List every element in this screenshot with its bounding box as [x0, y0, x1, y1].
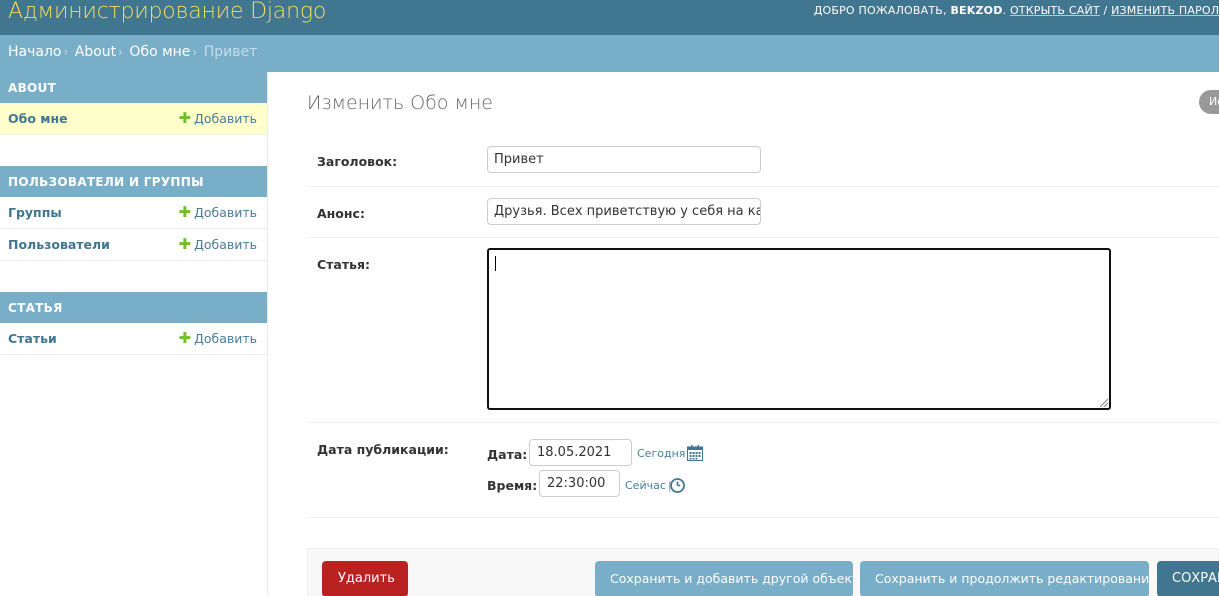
nav-sidebar: About Обо мне ✚ Добавить Пользователи и г…: [0, 72, 268, 596]
plus-icon: ✚: [178, 203, 192, 221]
save-button[interactable]: Сохранить: [1157, 561, 1219, 596]
breadcrumb-separator: ›: [192, 45, 198, 59]
sidebar-item-label[interactable]: Пользователи: [8, 237, 110, 252]
module-header-article[interactable]: Статья: [0, 292, 267, 323]
title-input[interactable]: Привет: [487, 146, 761, 173]
time-input[interactable]: 22:30:00: [539, 470, 620, 497]
username: BEKZOD: [950, 4, 1003, 17]
date-label: Дата:: [487, 447, 528, 462]
breadcrumb-separator: ›: [118, 45, 123, 59]
save-continue-button[interactable]: Сохранить и продолжить редактирование: [860, 561, 1157, 596]
time-label: Время:: [487, 478, 538, 493]
plus-icon: ✚: [178, 235, 192, 253]
change-password-link[interactable]: Изменить пароль: [1111, 4, 1219, 17]
plus-icon: ✚: [178, 109, 192, 127]
add-group-link[interactable]: ✚ Добавить: [178, 203, 258, 221]
plus-icon: ✚: [178, 329, 192, 347]
date-input[interactable]: 18.05.2021: [529, 439, 632, 466]
form-row-article: Статья:: [307, 238, 1219, 423]
user-tools: Добро пожаловать, BEKZOD. Открыть сайт /…: [814, 4, 1219, 17]
save-add-another-button[interactable]: Сохранить и добавить другой объект: [595, 561, 859, 596]
add-label: Добавить: [194, 205, 257, 220]
submit-row: Удалить Сохранить и добавить другой объе…: [307, 548, 1219, 596]
sidebar-item-articles: Статьи ✚ Добавить: [0, 323, 267, 355]
welcome-text: Добро пожаловать,: [813, 4, 947, 17]
sidebar-item-about-me: Обо мне ✚ Добавить: [0, 103, 267, 135]
sidebar-item-label[interactable]: Группы: [8, 205, 62, 220]
page-title: Изменить Обо мне: [307, 92, 493, 114]
form-row-pubdate: Дата публикации: Дата: 18.05.2021 Сегодн…: [307, 423, 1219, 518]
announce-input[interactable]: Друзья. Всех приветствую у себя на канал…: [487, 198, 761, 225]
breadcrumb-home[interactable]: Начало: [8, 44, 61, 60]
user-tools-separator: /: [1103, 4, 1108, 17]
form-row-title: Заголовок: Привет: [307, 135, 1219, 187]
breadcrumb-separator: ›: [63, 45, 69, 59]
breadcrumb-current: Привет: [203, 44, 258, 60]
add-user-link[interactable]: ✚ Добавить: [178, 235, 258, 253]
module-header-about[interactable]: About: [0, 72, 267, 103]
clock-icon[interactable]: [670, 478, 685, 497]
resize-handle[interactable]: [1100, 399, 1108, 407]
history-button[interactable]: История: [1199, 90, 1219, 114]
view-site-link[interactable]: Открыть сайт: [1010, 4, 1100, 17]
add-label: Добавить: [194, 331, 257, 346]
announce-label: Анонс:: [317, 206, 365, 221]
breadcrumb-app[interactable]: About: [75, 44, 116, 60]
sidebar-item-label[interactable]: Статьи: [8, 331, 57, 346]
add-article-link[interactable]: ✚ Добавить: [178, 329, 258, 347]
today-link[interactable]: Сегодня: [637, 447, 685, 460]
form-row-announce: Анонс: Друзья. Всех приветствую у себя н…: [307, 187, 1219, 238]
site-header: Администрирование Django Добро пожаловат…: [0, 0, 1219, 35]
add-label: Добавить: [194, 111, 257, 126]
pubdate-label: Дата публикации:: [317, 442, 449, 457]
now-link[interactable]: Сейчас: [625, 479, 666, 492]
breadcrumb: Начало › About › Обо мне › Привет: [0, 35, 1219, 72]
breadcrumb-model[interactable]: Обо мне: [129, 44, 190, 60]
site-title[interactable]: Администрирование Django: [8, 0, 326, 24]
sidebar-item-label[interactable]: Обо мне: [8, 111, 68, 126]
time-shortcuts: Сейчас |: [625, 479, 672, 492]
article-textarea[interactable]: [487, 248, 1111, 410]
module-header-auth[interactable]: Пользователи и группы: [0, 166, 267, 197]
add-label: Добавить: [194, 237, 257, 252]
delete-button[interactable]: Удалить: [322, 561, 408, 596]
title-label: Заголовок:: [317, 154, 398, 169]
sidebar-item-users: Пользователи ✚ Добавить: [0, 229, 267, 261]
date-shortcuts: Сегодня|: [637, 447, 691, 460]
add-about-me-link[interactable]: ✚ Добавить: [178, 109, 258, 127]
article-label: Статья:: [317, 257, 371, 272]
sidebar-item-groups: Группы ✚ Добавить: [0, 197, 267, 229]
text-caret: [495, 256, 496, 271]
calendar-icon[interactable]: [687, 445, 703, 465]
